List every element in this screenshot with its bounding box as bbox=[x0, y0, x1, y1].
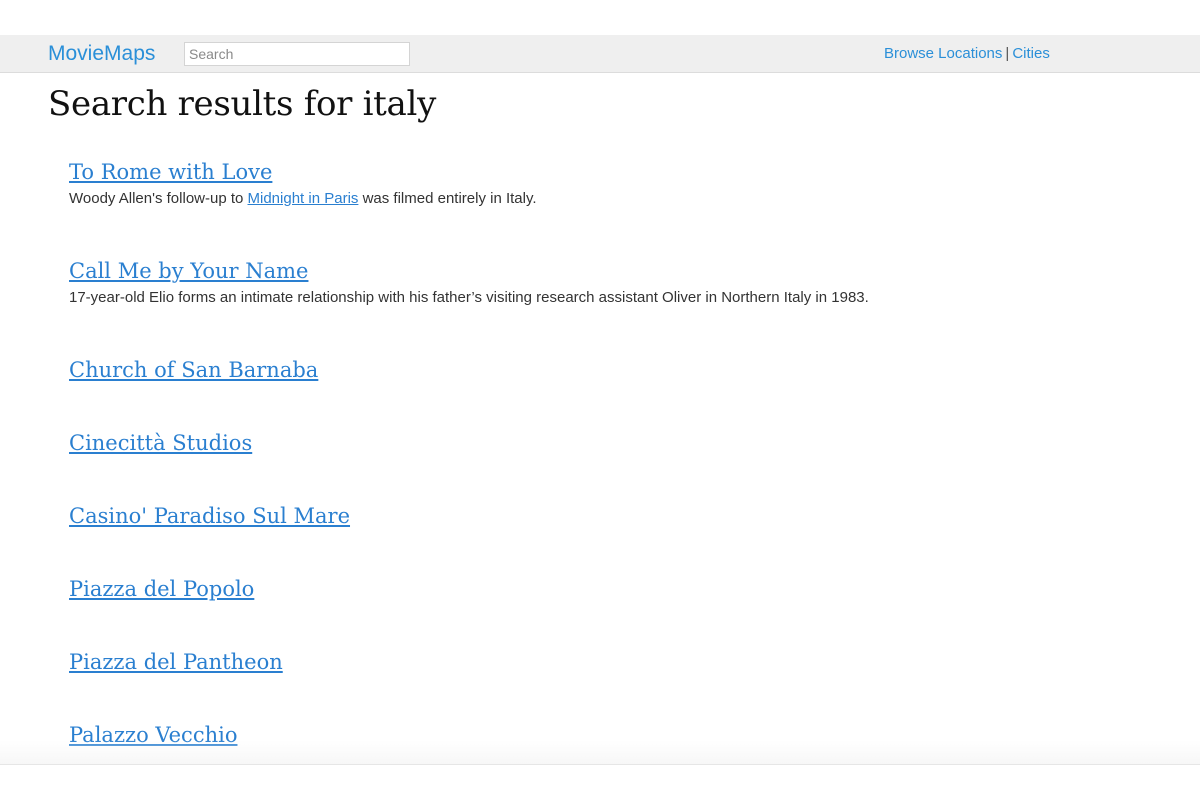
search-input[interactable] bbox=[184, 42, 410, 66]
browse-locations-link[interactable]: Browse Locations bbox=[884, 45, 1002, 62]
cities-link[interactable]: Cities bbox=[1012, 45, 1050, 62]
result-title-link[interactable]: Piazza del Popolo bbox=[69, 577, 254, 601]
result-item: Call Me by Your Name 17-year-old Elio fo… bbox=[69, 257, 869, 307]
navbar: MovieMaps Browse Locations|Cities bbox=[0, 35, 1200, 73]
brand-logo-link[interactable]: MovieMaps bbox=[48, 41, 155, 67]
nav-links: Browse Locations | Cities bbox=[884, 45, 1050, 63]
result-item: To Rome with Love Woody Allen's follow-u… bbox=[69, 158, 537, 208]
result-title-link[interactable]: Church of San Barnaba bbox=[69, 358, 318, 382]
result-item: Church of San Barnaba bbox=[69, 356, 318, 384]
midnight-in-paris-link[interactable]: Midnight in Paris bbox=[248, 190, 359, 207]
result-title-link[interactable]: Casino' Paradiso Sul Mare bbox=[69, 504, 350, 528]
result-title-link[interactable]: Call Me by Your Name bbox=[69, 259, 308, 283]
result-item: Piazza del Popolo bbox=[69, 575, 254, 603]
result-title-link[interactable]: Cinecittà Studios bbox=[69, 431, 252, 455]
result-description: Woody Allen's follow-up to Midnight in P… bbox=[69, 190, 537, 208]
result-item: Piazza del Pantheon bbox=[69, 648, 283, 676]
viewport-bottom-edge bbox=[0, 740, 1200, 765]
result-desc-text: Woody Allen's follow-up to bbox=[69, 190, 248, 207]
result-title-link[interactable]: To Rome with Love bbox=[69, 160, 272, 184]
result-item: Casino' Paradiso Sul Mare bbox=[69, 502, 350, 530]
result-description: 17-year-old Elio forms an intimate relat… bbox=[69, 289, 869, 306]
result-item: Cinecittà Studios bbox=[69, 429, 252, 457]
result-desc-text: was filmed entirely in Italy. bbox=[358, 190, 537, 207]
page-title: Search results for italy bbox=[48, 84, 437, 124]
nav-separator: | bbox=[1005, 45, 1010, 62]
result-title-link[interactable]: Piazza del Pantheon bbox=[69, 650, 283, 674]
